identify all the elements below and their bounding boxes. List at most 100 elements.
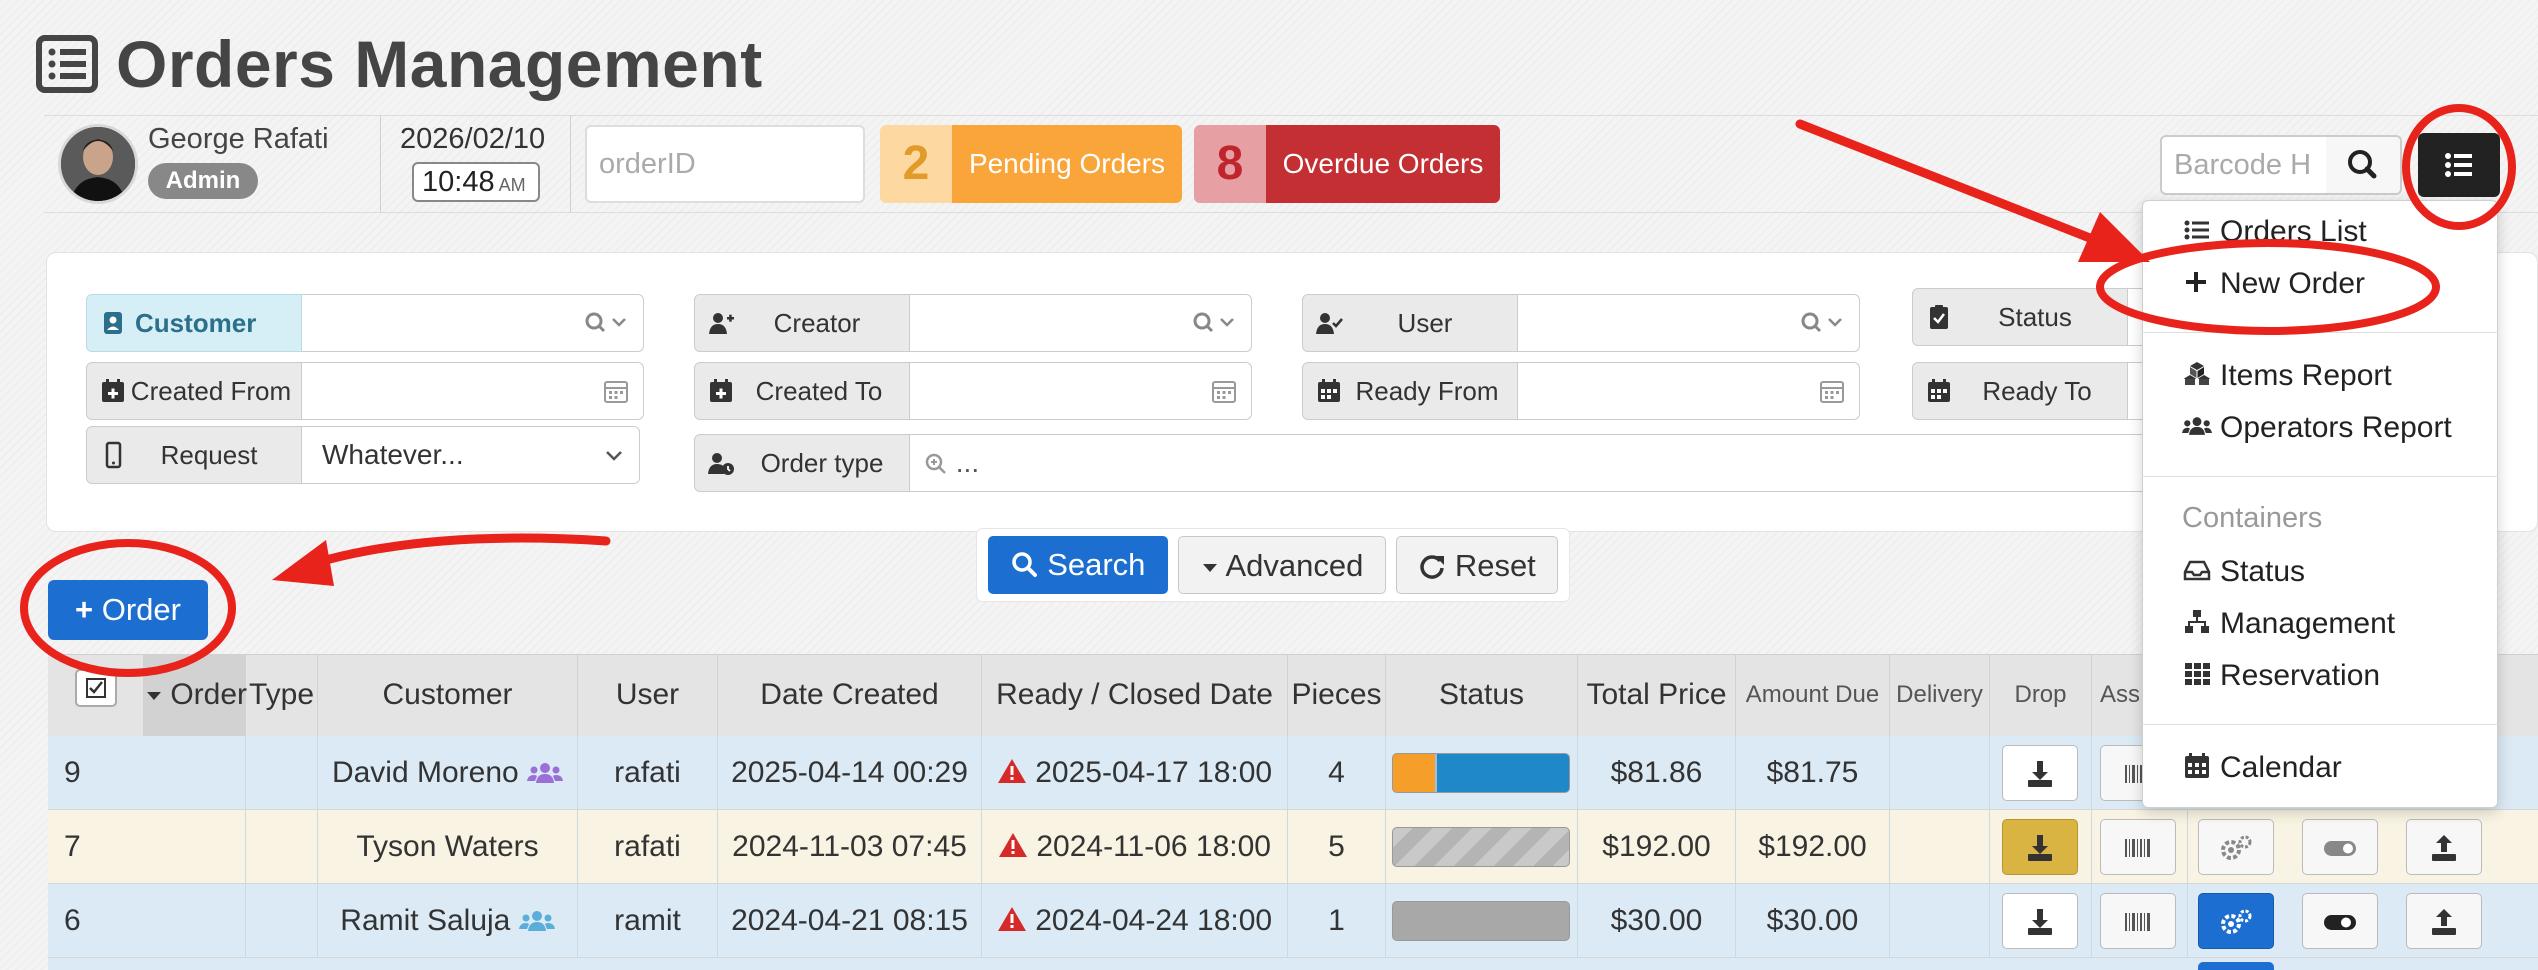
overdue-orders-count[interactable]: 8 bbox=[1194, 125, 1266, 203]
toggle-button[interactable] bbox=[2302, 893, 2378, 949]
pieces-column-header[interactable]: Pieces bbox=[1288, 654, 1386, 736]
amount-due-cell: $30.00 bbox=[1736, 884, 1890, 958]
menu-item-operators-report[interactable]: Operators Report bbox=[2182, 404, 2452, 452]
menu-item-label: Status bbox=[2220, 555, 2306, 588]
reset-button[interactable]: Reset bbox=[1396, 536, 1558, 594]
download-button[interactable] bbox=[2002, 893, 2078, 949]
user-cell: ramit bbox=[578, 884, 718, 958]
status-progress-bar[interactable] bbox=[1392, 827, 1570, 867]
date-created-column-header[interactable]: Date Created bbox=[718, 654, 982, 736]
new-order-button-label: Order bbox=[101, 592, 181, 627]
created-from-label: Created From bbox=[86, 362, 302, 420]
caret-down-icon bbox=[1202, 564, 1217, 572]
search-button[interactable]: Search bbox=[988, 536, 1168, 594]
status-progress-bar[interactable] bbox=[1392, 901, 1570, 941]
order-type-input[interactable]: ... bbox=[910, 434, 2148, 492]
user-select[interactable] bbox=[1518, 294, 1860, 352]
barcode-input[interactable] bbox=[2160, 135, 2328, 195]
search-chevron-icon bbox=[1193, 312, 1234, 333]
users-icon bbox=[518, 911, 555, 931]
settings-button[interactable] bbox=[2198, 893, 2274, 949]
menu-item-reservation[interactable]: Reservation bbox=[2182, 652, 2380, 700]
menu-item-status[interactable]: Status bbox=[2182, 548, 2305, 596]
list-icon bbox=[36, 35, 98, 93]
customer-select[interactable] bbox=[302, 294, 644, 352]
drop-cell bbox=[1990, 810, 2092, 884]
menu-item-orders-list[interactable]: Orders List bbox=[2182, 208, 2367, 256]
order-id-input[interactable] bbox=[585, 125, 865, 203]
status-progress-bar[interactable] bbox=[1392, 753, 1570, 793]
divider bbox=[380, 115, 381, 213]
customer-cell[interactable]: Tyson Waters bbox=[318, 810, 578, 884]
menu-divider bbox=[2142, 724, 2498, 725]
select-all-header[interactable] bbox=[48, 654, 144, 736]
barcode-button[interactable] bbox=[2100, 893, 2176, 949]
menu-item-calendar[interactable]: Calendar bbox=[2182, 744, 2342, 792]
type-column-header[interactable]: Type bbox=[246, 654, 318, 736]
user-column-header[interactable]: User bbox=[578, 654, 718, 736]
pending-orders-button[interactable]: Pending Orders bbox=[952, 125, 1182, 203]
customer-cell[interactable]: David Moreno bbox=[318, 736, 578, 810]
new-order-button[interactable]: + Order bbox=[48, 580, 208, 640]
total-price-cell: $81.86 bbox=[1578, 736, 1736, 810]
creator-select[interactable] bbox=[910, 294, 1252, 352]
users-icon bbox=[2182, 417, 2212, 435]
assign-cell bbox=[2092, 810, 2188, 884]
customer-name: David Moreno bbox=[331, 756, 519, 789]
ready-from-input[interactable] bbox=[1518, 362, 1860, 420]
ready-closed-column-header[interactable]: Ready / Closed Date bbox=[982, 654, 1288, 736]
status-cell[interactable] bbox=[1386, 736, 1578, 810]
search-button-label: Search bbox=[1047, 547, 1146, 582]
ready-date-value: 2024-04-24 18:00 bbox=[1035, 904, 1273, 937]
upload-button[interactable] bbox=[2406, 819, 2482, 875]
request-select[interactable]: Whatever... bbox=[302, 426, 640, 484]
status-column-header[interactable]: Status bbox=[1386, 654, 1578, 736]
order-number-cell[interactable]: 7 bbox=[48, 810, 246, 884]
created-to-input[interactable] bbox=[910, 362, 1252, 420]
pending-orders-count[interactable]: 2 bbox=[880, 125, 952, 203]
status-cell[interactable] bbox=[1386, 810, 1578, 884]
table-row[interactable] bbox=[48, 958, 2538, 970]
users-icon bbox=[527, 763, 564, 783]
order-type-label: Order type bbox=[694, 434, 910, 492]
amount-due-column-header[interactable]: Amount Due bbox=[1736, 654, 1890, 736]
user-name: George Rafati bbox=[148, 123, 329, 155]
drop-column-header[interactable]: Drop bbox=[1990, 654, 2092, 736]
advanced-button[interactable]: Advanced bbox=[1178, 536, 1386, 594]
calendar-icon bbox=[1820, 381, 1844, 403]
toggle-button[interactable] bbox=[2302, 819, 2378, 875]
pieces-cell: 4 bbox=[1288, 736, 1386, 810]
customer-filter-label: Customer bbox=[86, 294, 302, 352]
order-number-cell[interactable]: 9 bbox=[48, 736, 246, 810]
order-type-value: ... bbox=[955, 447, 980, 478]
customer-column-header[interactable]: Customer bbox=[318, 654, 578, 736]
barcode-search-button[interactable] bbox=[2326, 135, 2402, 195]
total-price-column-header[interactable]: Total Price bbox=[1578, 654, 1736, 736]
ready-date-value: 2024-11-06 18:00 bbox=[1036, 830, 1271, 863]
cubes-icon bbox=[2184, 362, 2210, 385]
customer-name: Ramit Saluja bbox=[340, 904, 511, 937]
overdue-orders-button[interactable]: Overdue Orders bbox=[1266, 125, 1500, 203]
order-number-cell[interactable]: 6 bbox=[48, 884, 246, 958]
chevron-down-icon bbox=[606, 451, 622, 461]
delivery-column-header[interactable]: Delivery bbox=[1890, 654, 1990, 736]
created-from-input[interactable] bbox=[302, 362, 644, 420]
status-progress-fill bbox=[1393, 754, 1437, 792]
status-cell[interactable] bbox=[1386, 884, 1578, 958]
upload-icon bbox=[2432, 835, 2456, 861]
type-cell bbox=[246, 884, 318, 958]
search-chevron-icon bbox=[1801, 312, 1842, 333]
menu-item-management[interactable]: Management bbox=[2182, 600, 2395, 648]
order-column-header[interactable]: Order bbox=[144, 654, 247, 736]
menu-toggle-button[interactable] bbox=[2418, 133, 2500, 197]
download-button[interactable] bbox=[2002, 819, 2078, 875]
barcode-button[interactable] bbox=[2100, 819, 2176, 875]
upload-button[interactable] bbox=[2406, 893, 2482, 949]
download-button[interactable] bbox=[2002, 745, 2078, 801]
settings-button[interactable] bbox=[2198, 819, 2274, 875]
customer-cell[interactable]: Ramit Saluja bbox=[318, 884, 578, 958]
settings-button[interactable] bbox=[2198, 962, 2274, 970]
menu-item-items-report[interactable]: Items Report bbox=[2182, 352, 2392, 400]
drop-cell bbox=[1990, 884, 2092, 958]
menu-item-new-order[interactable]: New Order bbox=[2182, 260, 2365, 308]
